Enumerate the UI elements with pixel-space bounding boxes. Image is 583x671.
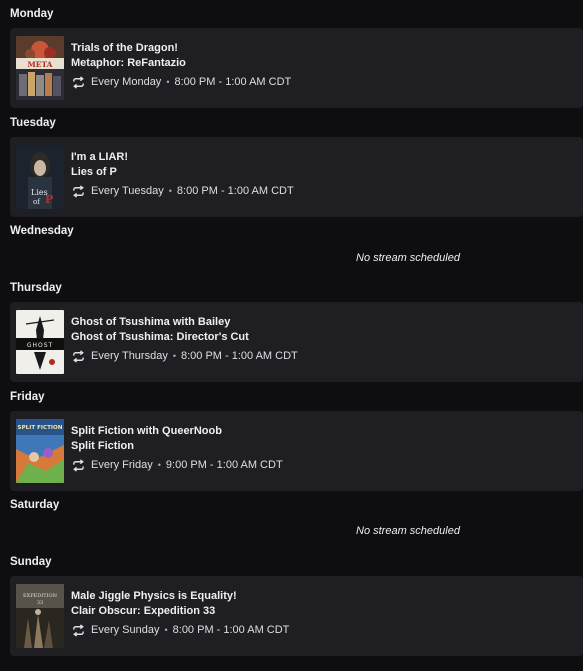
game-name[interactable]: Metaphor: ReFantazio — [71, 56, 186, 70]
day-label-tuesday: Tuesday — [10, 117, 56, 129]
schedule-meta: Every Friday • 9:00 PM - 1:00 AM CDT — [71, 457, 283, 473]
boxart-image: EXPEDITION 33 — [16, 584, 64, 648]
game-boxart-metaphor[interactable]: META — [16, 36, 64, 100]
stream-title[interactable]: Ghost of Tsushima with Bailey — [71, 315, 230, 329]
recurrence-text: Every Monday — [91, 76, 162, 88]
schedule-meta: Every Sunday • 8:00 PM - 1:00 AM CDT — [71, 622, 289, 638]
svg-text:SPLIT FICTION: SPLIT FICTION — [18, 425, 63, 431]
svg-text:EXPEDITION: EXPEDITION — [23, 593, 58, 599]
schedule-meta: Every Monday • 8:00 PM - 1:00 AM CDT — [71, 74, 291, 90]
schedule-card-tuesday[interactable]: Lies of P I'm a LIAR! Lies of P Every Tu… — [10, 137, 583, 217]
time-range: 9:00 PM - 1:00 AM CDT — [165, 459, 283, 471]
recurrence-text: Every Friday — [91, 459, 153, 471]
time-range: 8:00 PM - 1:00 AM CDT — [176, 185, 294, 197]
day-label-thursday: Thursday — [10, 282, 62, 294]
svg-text:GHOST: GHOST — [27, 342, 53, 349]
separator-dot: • — [172, 351, 176, 361]
boxart-image: SPLIT FICTION — [16, 419, 64, 483]
stream-title[interactable]: Trials of the Dragon! — [71, 41, 178, 55]
recurrence-text: Every Sunday — [91, 624, 160, 636]
svg-text:33: 33 — [37, 600, 43, 606]
no-stream-text: No stream scheduled — [356, 525, 460, 537]
separator-dot: • — [166, 77, 170, 87]
game-name[interactable]: Clair Obscur: Expedition 33 — [71, 604, 215, 618]
day-label-friday: Friday — [10, 391, 45, 403]
schedule-meta: Every Thursday • 8:00 PM - 1:00 AM CDT — [71, 348, 298, 364]
repeat-icon — [73, 349, 84, 363]
recurrence-text: Every Tuesday — [91, 185, 164, 197]
separator-dot: • — [157, 460, 161, 470]
no-stream-text: No stream scheduled — [356, 252, 460, 264]
time-range: 8:00 PM - 1:00 AM CDT — [172, 624, 290, 636]
schedule-card-thursday[interactable]: GHOST Ghost of Tsushima with Bailey Ghos… — [10, 302, 583, 382]
repeat-icon — [73, 184, 84, 198]
separator-dot: • — [164, 625, 168, 635]
boxart-image: Lies of P — [16, 145, 64, 209]
game-name[interactable]: Lies of P — [71, 165, 117, 179]
empty-schedule-saturday: No stream scheduled — [10, 525, 583, 543]
empty-schedule-wednesday: No stream scheduled — [10, 252, 583, 270]
schedule-meta: Every Tuesday • 8:00 PM - 1:00 AM CDT — [71, 183, 294, 199]
separator-dot: • — [168, 186, 172, 196]
stream-title[interactable]: Male Jiggle Physics is Equality! — [71, 589, 237, 603]
svg-text:P: P — [45, 193, 53, 206]
game-boxart-split-fiction[interactable]: SPLIT FICTION — [16, 419, 64, 483]
boxart-image: META — [16, 36, 64, 100]
game-boxart-ghost-of-tsushima[interactable]: GHOST — [16, 310, 64, 374]
repeat-icon — [73, 458, 84, 472]
stream-title[interactable]: Split Fiction with QueerNoob — [71, 424, 222, 438]
day-label-wednesday: Wednesday — [10, 225, 74, 237]
day-label-saturday: Saturday — [10, 499, 60, 511]
time-range: 8:00 PM - 1:00 AM CDT — [180, 350, 298, 362]
boxart-image: GHOST — [16, 310, 64, 374]
schedule-card-sunday[interactable]: EXPEDITION 33 Male Jiggle Physics is Equ… — [10, 576, 583, 656]
game-name[interactable]: Ghost of Tsushima: Director's Cut — [71, 330, 249, 344]
game-boxart-lies-of-p[interactable]: Lies of P — [16, 145, 64, 209]
game-boxart-clair-obscur[interactable]: EXPEDITION 33 — [16, 584, 64, 648]
time-range: 8:00 PM - 1:00 AM CDT — [174, 76, 292, 88]
day-label-sunday: Sunday — [10, 556, 52, 568]
recurrence-text: Every Thursday — [91, 350, 168, 362]
svg-text:META: META — [27, 60, 52, 69]
stream-title[interactable]: I'm a LIAR! — [71, 150, 128, 164]
schedule-card-monday[interactable]: META Trials of the Dragon! Metaphor: ReF… — [10, 28, 583, 108]
game-name[interactable]: Split Fiction — [71, 439, 134, 453]
day-label-monday: Monday — [10, 8, 54, 20]
schedule-card-friday[interactable]: SPLIT FICTION Split Fiction with QueerNo… — [10, 411, 583, 491]
repeat-icon — [73, 75, 84, 89]
repeat-icon — [73, 623, 84, 637]
